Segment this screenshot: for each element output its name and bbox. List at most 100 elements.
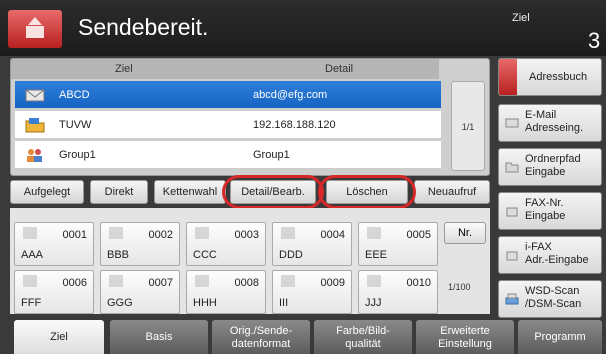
tab-label: Ziel [50,331,68,343]
status-header: Sendebereit. Ziel 3 [0,0,606,56]
email-entry-label-line1: E-Mail [525,109,557,121]
tab-basis[interactable]: Basis [110,320,208,354]
email-entry-button[interactable]: E-Mail Adresseing. [498,104,602,142]
folder-path-label-line1: Ordnerpfad [525,153,581,165]
address-book-tab [499,59,517,95]
destination-row[interactable]: ABCD abcd@efg.com [15,81,441,109]
address-book-button[interactable]: Adressbuch [498,58,602,96]
ifax-address-label-line2: Adr.-Eingabe [525,254,589,266]
key-name: III [279,297,289,309]
ifax-address-label: i-FAX Adr.-Eingabe [525,241,589,267]
tab-label-line2: datenformat [231,338,291,350]
fax-number-label-line1: FAX-Nr. [525,197,564,209]
chain-dial-button[interactable]: Kettenwahl [154,180,226,204]
folder-path-label: Ordnerpfad Eingabe [525,153,581,179]
key-icon [281,275,295,287]
key-icon [195,227,209,239]
key-icon [23,227,37,239]
key-number: 0005 [406,229,431,241]
key-name: EEE [365,249,388,261]
tab-label-line1: Farbe/Bild- [336,325,390,337]
destination-list: Ziel Detail ABCD abcd@efg.com TUVW 192.1… [10,58,490,176]
ifax-address-label-line1: i-FAX [525,241,552,253]
destination-name: ABCD [59,89,90,101]
destination-row[interactable]: Group1 Group1 [15,141,441,169]
one-touch-key[interactable]: 0006 FFF [14,270,94,314]
one-touch-key[interactable]: 0002 BBB [100,222,180,266]
key-name: DDD [279,249,303,261]
key-number: 0001 [62,229,87,241]
recall-button[interactable]: Neuaufruf [414,180,490,204]
tab-original-format[interactable]: Orig./Sende- datenformat [212,320,310,354]
one-touch-key[interactable]: 0001 AAA [14,222,94,266]
wsd-scan-label-line2: /DSM-Scan [525,298,582,310]
tab-label-line2: qualität [345,338,381,350]
one-touch-key[interactable]: 0005 EEE [358,222,438,266]
destination-detail: 192.168.188.120 [253,119,336,131]
fax-number-label: FAX-Nr. Eingabe [525,197,565,223]
tab-color-quality[interactable]: Farbe/Bild- qualität [314,320,412,354]
fax-icon [506,207,518,217]
key-number: 0002 [148,229,173,241]
key-number: 0008 [234,277,259,289]
one-touch-key[interactable]: 0003 CCC [186,222,266,266]
key-name: CCC [193,249,217,261]
key-name: FFF [21,297,42,309]
destination-list-header: Ziel Detail [11,59,439,79]
tab-label-line2: Einstellung [438,338,492,350]
email-icon [505,118,519,128]
destination-count: 3 [588,28,601,53]
tab-ziel[interactable]: Ziel [14,320,104,354]
key-name: BBB [107,249,130,261]
tab-advanced-settings[interactable]: Erweiterte Einstellung [416,320,514,354]
key-name: GGG [107,297,133,309]
scan-icon [505,293,519,305]
wsd-scan-label-line1: WSD-Scan [525,285,580,297]
one-touch-key[interactable]: 0007 GGG [100,270,180,314]
email-icon [25,89,45,102]
ifax-icon [506,251,518,261]
key-number: 0007 [148,277,173,289]
direct-button[interactable]: Direkt [90,180,148,204]
highlight-oval [318,175,416,209]
list-page-indicator: 1/1 [461,122,475,132]
ifax-address-button[interactable]: i-FAX Adr.-Eingabe [498,236,602,274]
folder-icon [25,118,45,133]
folder-icon [505,162,519,173]
fax-number-label-line2: Eingabe [525,210,566,222]
on-hook-button[interactable]: Aufgelegt [10,180,84,204]
destination-count-label: Ziel [512,12,530,24]
send-mode-icon [8,10,62,48]
destination-detail: Group1 [253,149,290,161]
tab-label: Basis [145,331,173,343]
column-header-detail: Detail [325,63,354,75]
wsd-scan-button[interactable]: WSD-Scan /DSM-Scan [498,280,602,318]
one-touch-key[interactable]: 0009 III [272,270,352,314]
one-touch-key[interactable]: 0004 DDD [272,222,352,266]
folder-path-button[interactable]: Ordnerpfad Eingabe [498,148,602,186]
tab-label-line1: Erweiterte [440,325,490,337]
key-icon [109,227,123,239]
key-icon [281,227,295,239]
key-icon [367,275,381,287]
column-header-ziel: Ziel [115,63,133,75]
address-book-label: Adressbuch [529,71,588,83]
fax-number-button[interactable]: FAX-Nr. Eingabe [498,192,602,230]
number-search-button[interactable]: Nr. [444,222,486,244]
destination-detail: abcd@efg.com [253,89,328,101]
key-name: AAA [21,249,44,261]
destination-name: TUVW [59,119,92,131]
key-icon [23,275,37,287]
key-icon [195,275,209,287]
destination-row[interactable]: TUVW 192.168.188.120 [15,111,441,139]
tab-program[interactable]: Programm [518,320,602,354]
group-icon [27,149,42,162]
one-touch-key[interactable]: 0010 JJJ [358,270,438,314]
page-title: Sendebereit. [78,14,209,40]
wsd-scan-label: WSD-Scan /DSM-Scan [525,285,581,311]
one-touch-key[interactable]: 0008 HHH [186,270,266,314]
key-page-indicator: 1/100 [448,282,471,292]
key-number: 0009 [320,277,345,289]
tab-label-line1: Orig./Sende- [229,325,293,337]
list-scrollbar[interactable]: 1/1 [451,81,485,171]
